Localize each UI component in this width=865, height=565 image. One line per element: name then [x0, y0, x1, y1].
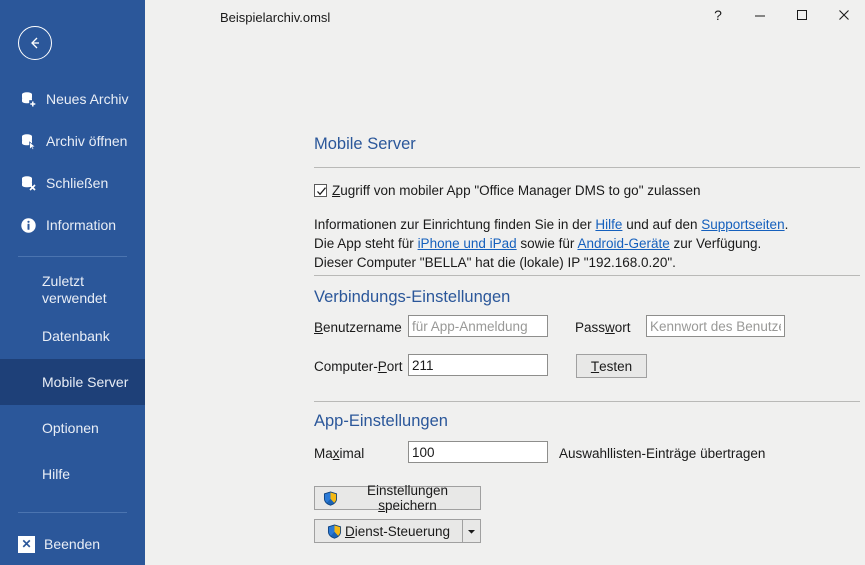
maximize-icon: [797, 10, 807, 20]
sidebar-divider-bottom: [18, 512, 127, 513]
sidebar-item-label: Optionen: [42, 420, 99, 436]
window-title: Beispielarchiv.omsl: [220, 10, 331, 25]
minimize-icon: [755, 15, 765, 17]
service-control-label: Dienst-Steuerung: [344, 523, 451, 539]
sidebar-item-optionen[interactable]: Optionen: [0, 405, 145, 451]
sidebar-item-datenbank[interactable]: Datenbank: [0, 313, 145, 359]
sidebar-item-label: Datenbank: [42, 328, 110, 344]
divider-connection: [314, 275, 860, 276]
sidebar-item-archiv-oeffnen[interactable]: Archiv öffnen: [0, 120, 145, 162]
sidebar-item-mobile-server[interactable]: Mobile Server: [0, 359, 145, 405]
sidebar-item-label: Information: [46, 216, 117, 233]
app-settings-heading: App-Einstellungen: [314, 412, 448, 430]
service-control-main[interactable]: Dienst-Steuerung: [315, 520, 462, 542]
close-button[interactable]: [823, 0, 865, 30]
help-icon: ?: [714, 7, 722, 23]
sidebar-item-label: Beenden: [44, 536, 101, 552]
checkbox-label: Zugriff von mobiler App "Office Manager …: [332, 183, 701, 198]
link-hilfe[interactable]: Hilfe: [595, 217, 622, 232]
checkbox-box[interactable]: [314, 184, 327, 197]
connection-settings-heading: Verbindungs-Einstellungen: [314, 288, 511, 306]
sidebar-item-beenden[interactable]: ✕ Beenden: [0, 523, 145, 565]
port-input[interactable]: [408, 354, 548, 376]
sidebar-item-schliessen[interactable]: Schließen: [0, 162, 145, 204]
port-label: Computer-Port: [314, 359, 403, 374]
uac-shield-icon: [323, 490, 338, 506]
sidebar-item-hilfe[interactable]: Hilfe: [0, 451, 145, 497]
database-add-icon: [18, 89, 38, 109]
maximal-label: Maximal: [314, 446, 365, 461]
sidebar-divider-top: [18, 256, 127, 257]
close-icon: [839, 10, 849, 20]
sidebar-item-label: Mobile Server: [42, 374, 129, 390]
sidebar-pages: Zuletzt verwendet Datenbank Mobile Serve…: [0, 267, 145, 497]
password-label: Passwort: [575, 320, 631, 335]
help-button[interactable]: ?: [697, 0, 739, 30]
sidebar-item-zuletzt-verwendet[interactable]: Zuletzt verwendet: [0, 267, 145, 313]
sidebar-item-label: Neues Archiv: [46, 90, 129, 107]
username-input[interactable]: [408, 315, 548, 337]
window-controls: ?: [697, 0, 865, 30]
sidebar-item-label: Hilfe: [42, 466, 71, 482]
main-area: Beispielarchiv.omsl ? Mobile Server Zugr…: [145, 0, 865, 565]
title-bar: Beispielarchiv.omsl ?: [145, 0, 865, 38]
password-input[interactable]: [646, 315, 785, 337]
info-icon: [18, 215, 38, 235]
maximal-suffix-label: Auswahllisten-Einträge übertragen: [559, 446, 766, 461]
page-title: Mobile Server: [314, 135, 416, 153]
database-close-icon: [18, 173, 38, 193]
service-control-button[interactable]: Dienst-Steuerung: [314, 519, 481, 543]
database-open-icon: [18, 131, 38, 151]
link-iphone-ipad[interactable]: iPhone und iPad: [418, 236, 517, 251]
maximize-button[interactable]: [781, 0, 823, 30]
info-paragraph: Informationen zur Einrichtung finden Sie…: [314, 215, 865, 272]
app-window: Neues Archiv Archiv öffnen Schließen Inf…: [0, 0, 865, 565]
sidebar-actions: Neues Archiv Archiv öffnen Schließen Inf…: [0, 78, 145, 246]
check-icon: [317, 187, 326, 196]
divider-heading: [314, 167, 860, 168]
info-line-1: Informationen zur Einrichtung finden Sie…: [314, 217, 789, 232]
maximal-input[interactable]: [408, 441, 548, 463]
save-settings-button[interactable]: Einstellungen speichern: [314, 483, 481, 513]
sidebar-item-neues-archiv[interactable]: Neues Archiv: [0, 78, 145, 120]
allow-mobile-access-checkbox[interactable]: Zugriff von mobiler App "Office Manager …: [314, 183, 701, 198]
link-supportseiten[interactable]: Supportseiten: [701, 217, 784, 232]
info-line-3: Dieser Computer "BELLA" hat die (lokale)…: [314, 255, 676, 271]
sidebar-item-label: Zuletzt verwendet: [42, 272, 107, 307]
minimize-button[interactable]: [739, 0, 781, 30]
test-button[interactable]: Testen: [576, 354, 647, 378]
sidebar-item-label: Archiv öffnen: [46, 132, 128, 149]
sidebar-item-information[interactable]: Information: [0, 204, 145, 246]
sidebar-item-label: Schließen: [46, 174, 109, 191]
sidebar: Neues Archiv Archiv öffnen Schließen Inf…: [0, 0, 145, 565]
link-android-geraete[interactable]: Android-Geräte: [577, 236, 669, 251]
info-line-2: Die App steht für iPhone und iPad sowie …: [314, 236, 762, 252]
back-arrow-icon[interactable]: [18, 26, 52, 60]
uac-shield-icon: [327, 523, 342, 539]
divider-app-settings: [314, 401, 860, 402]
exit-x-icon: ✕: [18, 535, 35, 553]
chevron-down-icon[interactable]: [462, 520, 480, 542]
sidebar-bottom: ✕ Beenden: [0, 502, 145, 565]
save-settings-label: Einstellungen speichern: [366, 483, 449, 513]
username-label: Benutzername: [314, 320, 402, 335]
